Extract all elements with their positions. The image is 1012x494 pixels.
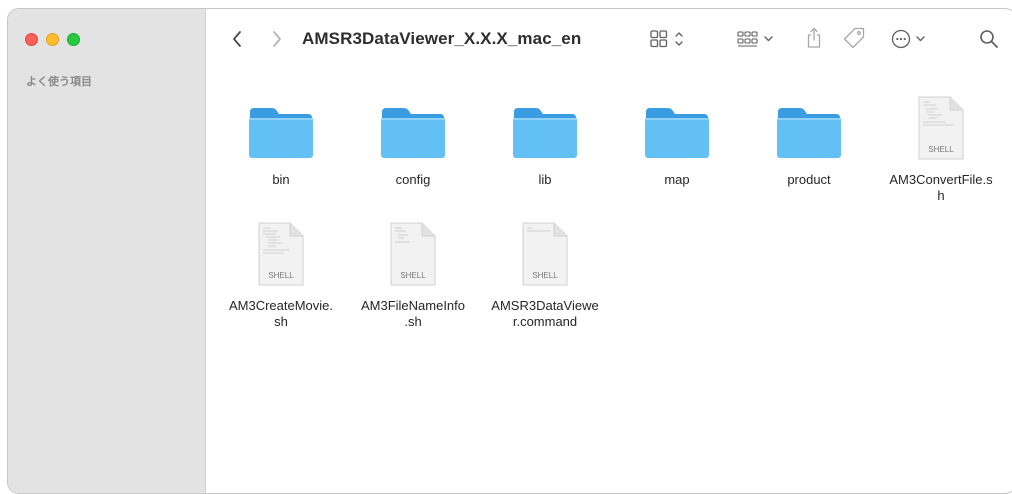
toolbar: AMSR3DataViewer_X.X.X_mac_en xyxy=(206,9,1012,71)
chevron-right-icon xyxy=(273,31,281,47)
share-icon xyxy=(807,27,821,48)
search-icon xyxy=(980,30,998,48)
shell-script-icon: SHELL xyxy=(480,222,610,292)
finder-window: よく使う項目 AMSR3DataViewer_X.X.X_mac_en bin … xyxy=(7,8,1012,494)
shell-script-item[interactable]: SHELL AM3FileNameInfo .sh xyxy=(348,222,478,330)
back-button[interactable] xyxy=(228,27,246,51)
tag-icon xyxy=(843,27,865,49)
more-actions-button[interactable] xyxy=(890,27,932,51)
view-mode-button[interactable] xyxy=(649,27,689,51)
close-window-button[interactable] xyxy=(25,33,38,46)
item-label: AM3CreateMovie. sh xyxy=(228,298,334,329)
item-label: config xyxy=(395,172,431,187)
sidebar-favorites-heading: よく使う項目 xyxy=(26,76,92,88)
shell-script-item[interactable]: SHELL AM3CreateMovie. sh xyxy=(216,222,346,330)
folder-item[interactable]: config xyxy=(348,96,478,188)
item-label: AM3FileNameInfo .sh xyxy=(360,298,466,329)
shell-script-icon: SHELL xyxy=(348,222,478,292)
folder-icon xyxy=(348,96,478,166)
item-label: lib xyxy=(538,172,552,187)
item-label: AMSR3DataViewe r.command xyxy=(491,298,599,329)
item-label: bin xyxy=(272,172,290,187)
item-label: product xyxy=(787,172,831,187)
window-controls xyxy=(25,33,80,46)
sidebar: よく使う項目 xyxy=(8,9,206,493)
group-by-icon xyxy=(737,31,773,47)
folder-item[interactable]: product xyxy=(744,96,874,188)
shell-script-icon: SHELL xyxy=(876,96,1006,166)
svg-text:SHELL: SHELL xyxy=(928,145,954,154)
group-by-button[interactable] xyxy=(736,27,778,51)
svg-text:SHELL: SHELL xyxy=(532,271,558,280)
shell-script-item[interactable]: SHELL AM3ConvertFile.s h xyxy=(876,96,1006,204)
share-button[interactable] xyxy=(804,25,824,51)
folder-item[interactable]: lib xyxy=(480,96,610,188)
search-button[interactable] xyxy=(978,27,1000,51)
grid-view-icon xyxy=(650,30,683,48)
ellipsis-circle-icon xyxy=(891,29,925,49)
folder-item[interactable]: bin xyxy=(216,96,346,188)
folder-icon xyxy=(216,96,346,166)
window-title: AMSR3DataViewer_X.X.X_mac_en xyxy=(302,29,582,48)
folder-icon xyxy=(612,96,742,166)
chevron-left-icon xyxy=(233,31,241,47)
svg-text:SHELL: SHELL xyxy=(400,271,426,280)
tag-button[interactable] xyxy=(842,26,866,50)
item-label: AM3ConvertFile.s h xyxy=(889,172,993,203)
forward-button[interactable] xyxy=(268,27,286,51)
folder-item[interactable]: map xyxy=(612,96,742,188)
folder-icon xyxy=(744,96,874,166)
minimize-window-button[interactable] xyxy=(46,33,59,46)
shell-script-icon: SHELL xyxy=(216,222,346,292)
zoom-window-button[interactable] xyxy=(67,33,80,46)
item-label: map xyxy=(664,172,690,187)
shell-script-item[interactable]: SHELL AMSR3DataViewe r.command xyxy=(480,222,610,330)
folder-icon xyxy=(480,96,610,166)
svg-text:SHELL: SHELL xyxy=(268,271,294,280)
